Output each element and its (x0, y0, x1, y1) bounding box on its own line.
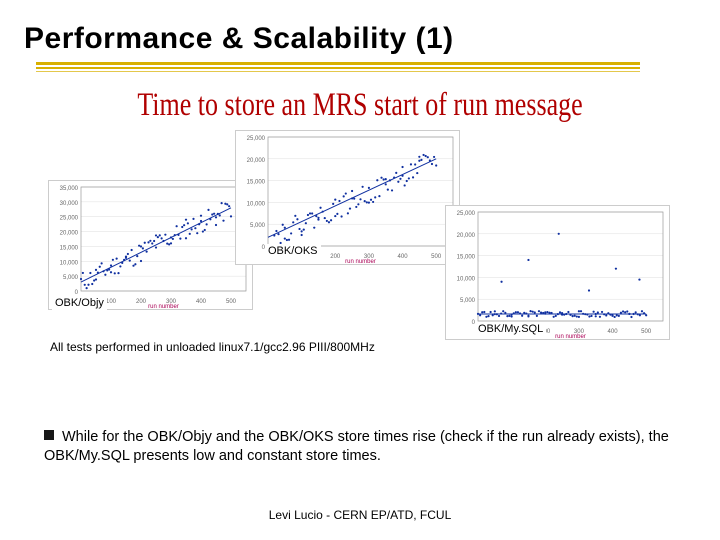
svg-text:25,000: 25,000 (247, 136, 266, 142)
svg-text:5,000: 5,000 (250, 223, 266, 229)
svg-text:200: 200 (136, 299, 147, 305)
svg-text:25,000: 25,000 (60, 216, 79, 222)
svg-text:500: 500 (226, 299, 237, 305)
svg-text:400: 400 (196, 299, 207, 305)
chart-label-oks: OBK/OKS (265, 244, 321, 258)
svg-text:500: 500 (431, 254, 442, 260)
svg-text:10,000: 10,000 (247, 201, 266, 207)
bullet-text: While for the OBK/Objy and the OBK/OKS s… (44, 428, 680, 466)
svg-text:200: 200 (330, 254, 341, 260)
chart-obk-mysql: 05,00010,00015,00020,00025,0000100200300… (445, 205, 670, 340)
svg-text:400: 400 (608, 329, 619, 335)
title-rule (0, 62, 640, 72)
svg-text:400: 400 (398, 254, 409, 260)
footer: Levi Lucio - CERN EP/ATD, FCUL (0, 508, 720, 522)
svg-text:5,000: 5,000 (63, 275, 79, 281)
svg-text:run number: run number (345, 259, 376, 264)
subtitle: Time to store an MRS start of run messag… (0, 86, 720, 124)
svg-text:15,000: 15,000 (457, 255, 476, 261)
svg-text:10,000: 10,000 (60, 260, 79, 266)
page-title: Performance & Scalability (1) (0, 0, 720, 62)
svg-text:20,000: 20,000 (457, 233, 476, 239)
svg-text:run number: run number (148, 304, 179, 309)
svg-text:5,000: 5,000 (460, 298, 476, 304)
chart-label-objy: OBK/Objy (52, 296, 107, 310)
svg-text:20,000: 20,000 (247, 158, 266, 164)
svg-text:10,000: 10,000 (457, 276, 476, 282)
chart-label-mysql: OBK/My.SQL (475, 322, 546, 336)
chart-obk-objy: 05,00010,00015,00020,00025,00030,00035,0… (48, 180, 253, 310)
svg-text:35,000: 35,000 (60, 186, 79, 192)
svg-text:30,000: 30,000 (60, 201, 79, 207)
svg-text:100: 100 (106, 299, 117, 305)
charts-area: 05,00010,00015,00020,00025,00030,00035,0… (0, 130, 720, 360)
svg-text:15,000: 15,000 (247, 180, 266, 186)
svg-text:15,000: 15,000 (60, 245, 79, 251)
bullet-icon (44, 430, 54, 440)
svg-text:500: 500 (641, 329, 652, 335)
test-env-caption: All tests performed in unloaded linux7.1… (50, 340, 375, 354)
svg-text:20,000: 20,000 (60, 231, 79, 237)
bullet-content: While for the OBK/Objy and the OBK/OKS s… (44, 429, 669, 464)
svg-text:run number: run number (555, 334, 586, 339)
svg-text:25,000: 25,000 (457, 211, 476, 217)
